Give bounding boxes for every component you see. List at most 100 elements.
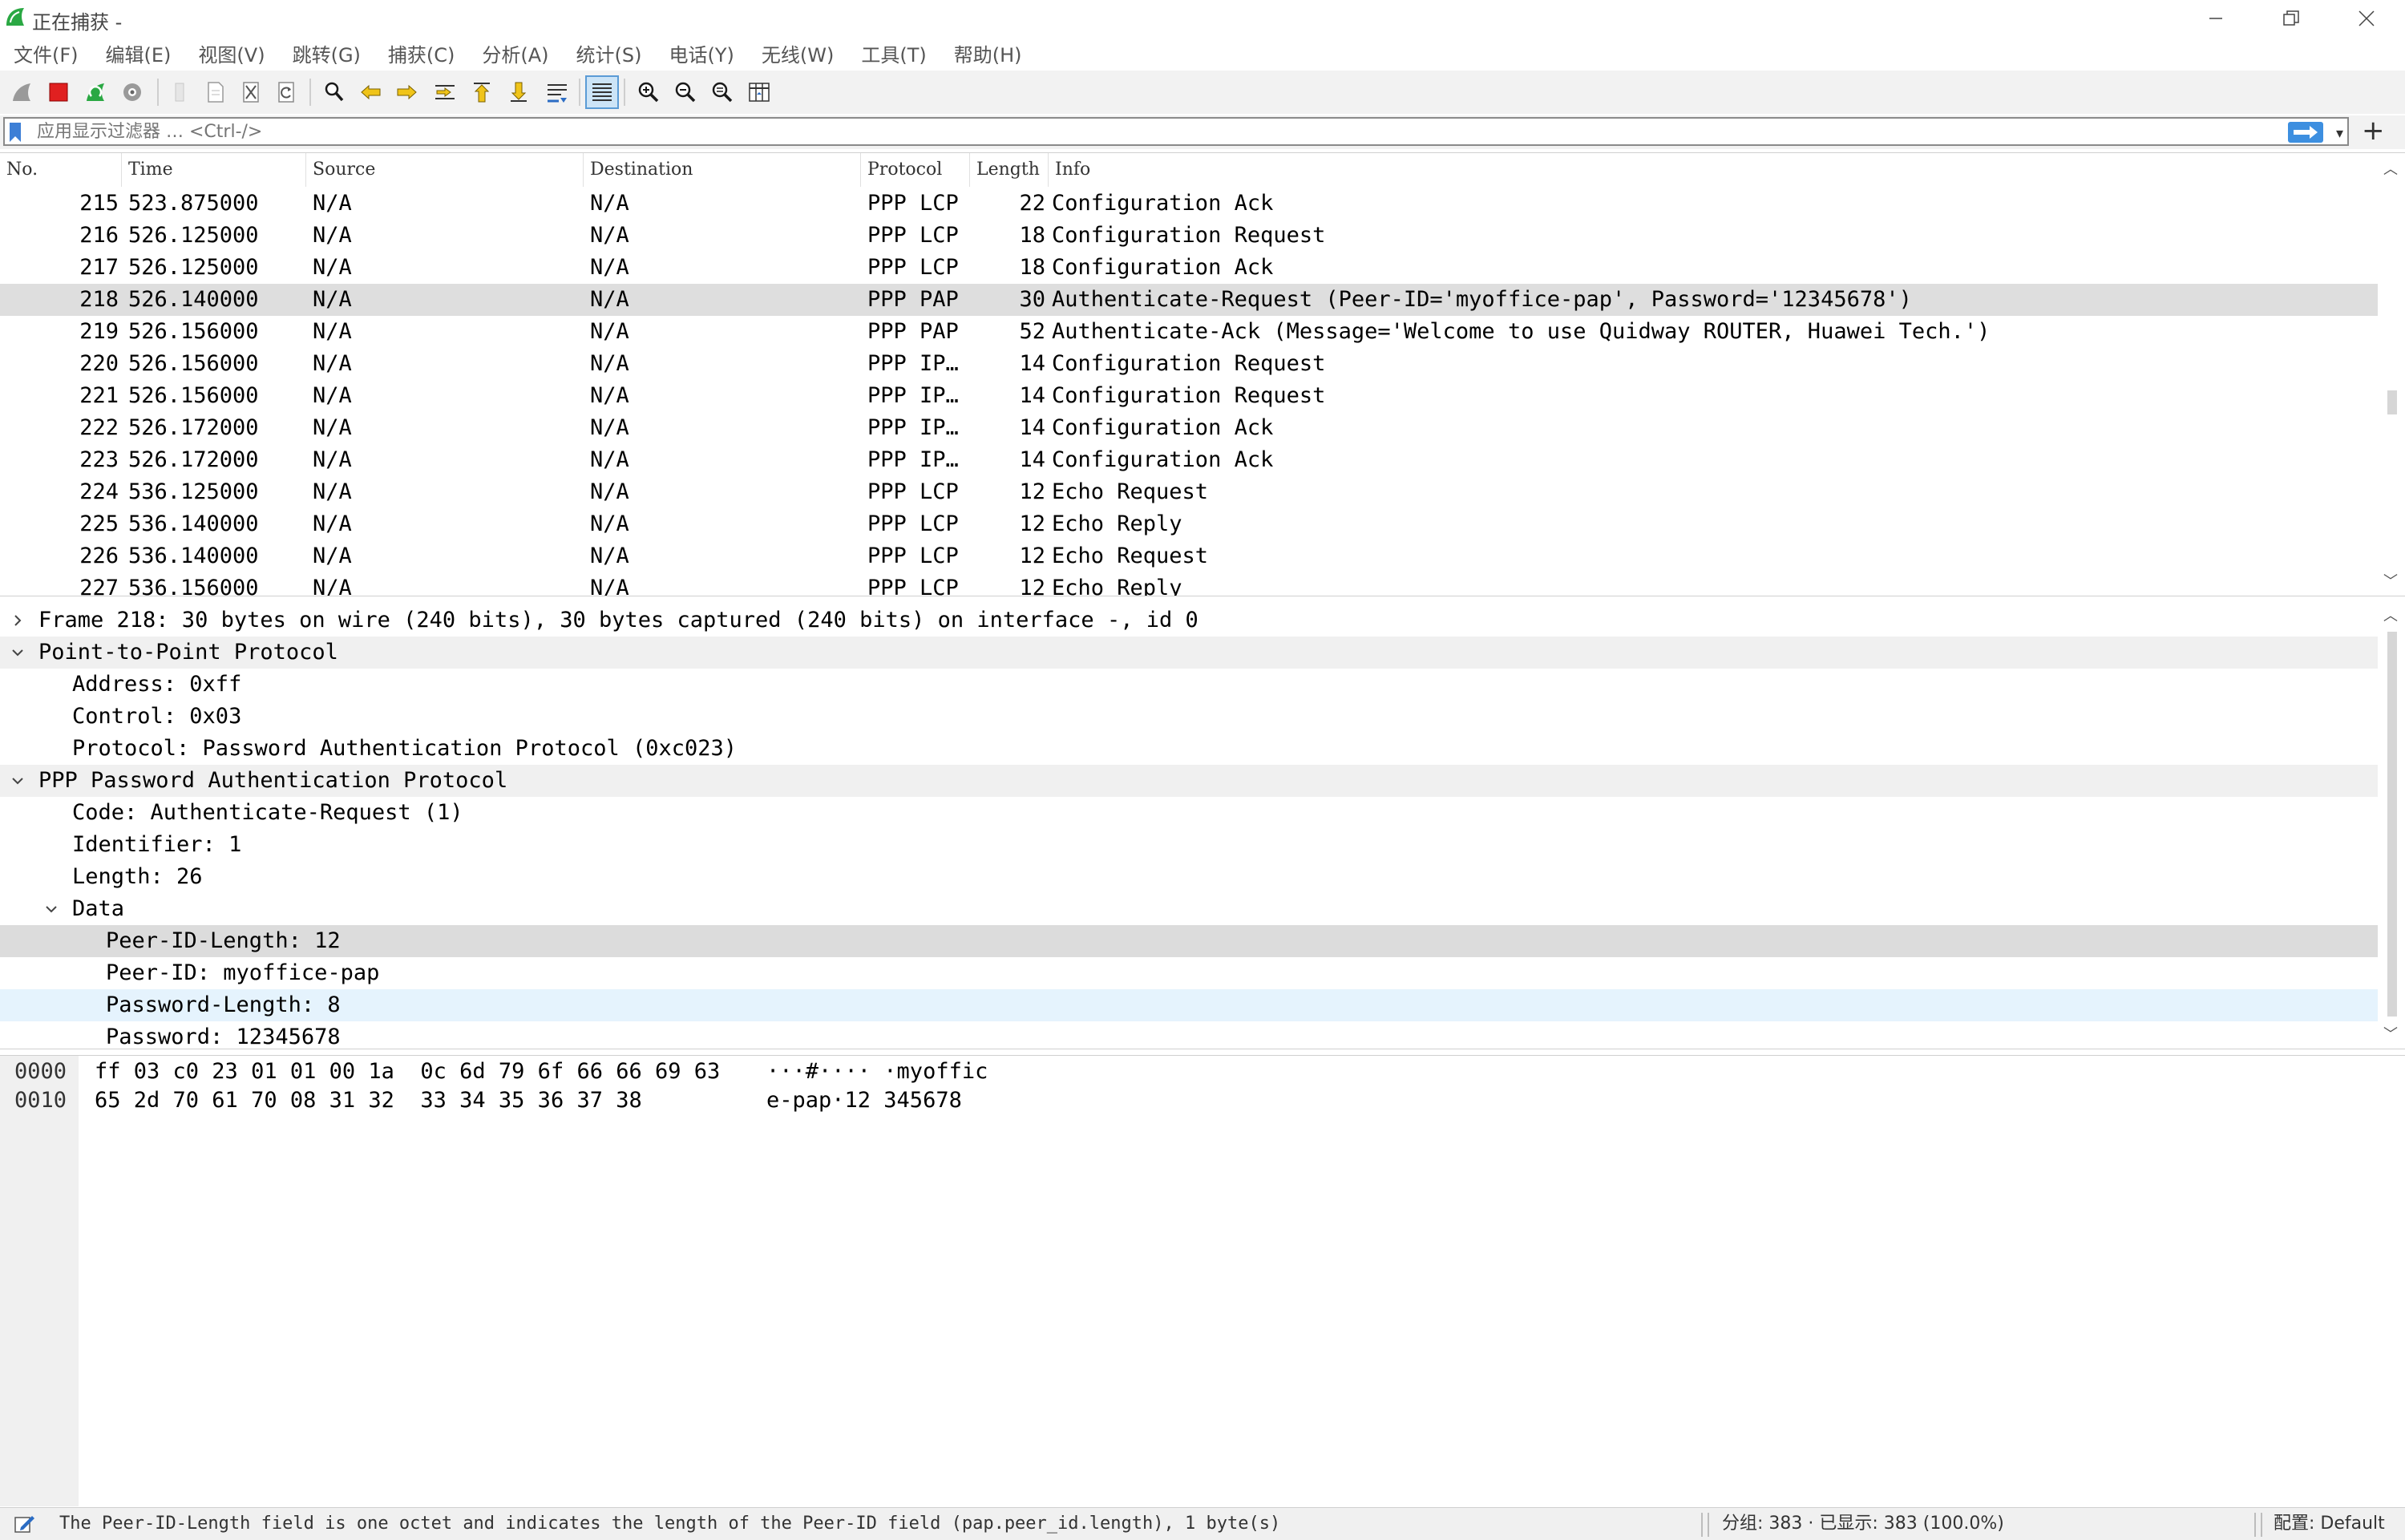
restart-capture-button[interactable] [79,75,112,109]
go-first-button[interactable] [465,75,499,109]
detail-tree-item[interactable]: Control: 0x03 [0,701,2378,733]
chevron-down-icon[interactable] [43,893,59,925]
menu-analyze[interactable]: 分析(A) [468,39,562,67]
packet-row[interactable]: 219 526.156000 N/A N/A PPP PAP 52 Authenticate… [0,316,2378,348]
open-file-button[interactable] [164,75,197,109]
scroll-thumb[interactable] [2387,390,2397,414]
add-filter-button[interactable]: + [2362,115,2385,146]
menu-telephony[interactable]: 电话(Y) [656,39,748,67]
zoom-normal-button[interactable] [705,75,739,109]
packet-row[interactable]: 221 526.156000 N/A N/A PPP IP… 14 Configuratio… [0,380,2378,412]
packet-row[interactable]: 217 526.125000 N/A N/A PPP LCP 18 Configuratio… [0,252,2378,284]
cell-source: N/A [313,479,352,504]
go-last-button[interactable] [502,75,536,109]
packet-row[interactable]: 216 526.125000 N/A N/A PPP LCP 18 Configuratio… [0,220,2378,252]
expert-info-icon[interactable] [13,1513,37,1535]
scroll-thumb[interactable] [2387,632,2397,1017]
bookmark-icon[interactable] [8,122,22,143]
column-header-source[interactable]: Source [306,153,584,187]
minimize-button[interactable] [2179,0,2253,37]
chevron-right-icon[interactable] [10,604,26,637]
colorize-button[interactable] [585,75,619,109]
menu-statistics[interactable]: 统计(S) [563,39,656,67]
zoom-in-button[interactable] [632,75,665,109]
restore-button[interactable] [2254,0,2328,37]
column-header-length[interactable]: Length [970,153,1049,187]
cell-length: 12 [1019,479,1045,504]
column-header-time[interactable]: Time [122,153,306,187]
packet-row[interactable]: 226 536.140000 N/A N/A PPP LCP 12 Echo Request [0,540,2378,572]
apply-filter-button[interactable] [2288,122,2323,143]
zoom-out-button[interactable] [669,75,702,109]
scroll-down-icon[interactable]: ﹀ [2383,1023,2398,1044]
go-to-packet-button[interactable] [428,75,462,109]
go-back-button[interactable] [354,75,388,109]
autoscroll-button[interactable] [540,75,574,109]
status-profile[interactable]: 配置: Default [2274,1508,2385,1540]
capture-options-button[interactable] [115,75,149,109]
chevron-down-icon[interactable] [10,765,26,797]
cell-length: 14 [1019,383,1045,408]
byte-ascii[interactable]: e-pap·12 345678 [766,1086,962,1115]
packet-row[interactable]: 225 536.140000 N/A N/A PPP LCP 12 Echo Reply [0,508,2378,540]
menu-edit[interactable]: 编辑(E) [92,39,185,67]
resize-columns-button[interactable] [742,75,776,109]
packet-row[interactable]: 218 526.140000 N/A N/A PPP PAP 30 Authenticate… [0,284,2378,316]
display-filter-input[interactable] [37,119,2266,144]
cell-no: 225 [79,511,119,536]
detail-tree-item[interactable]: Frame 218: 30 bytes on wire (240 bits), … [0,604,2378,637]
go-forward-button[interactable] [390,75,423,109]
scroll-up-icon[interactable]: ︿ [2383,158,2398,179]
detail-tree-item[interactable]: Peer-ID-Length: 12 [0,925,2378,957]
reload-file-button[interactable] [269,75,303,109]
packet-row[interactable]: 220 526.156000 N/A N/A PPP IP… 14 Configuratio… [0,348,2378,380]
chevron-down-icon[interactable]: ▾ [2336,125,2343,142]
menu-help[interactable]: 帮助(H) [940,39,1036,67]
find-packet-button[interactable] [317,75,351,109]
details-scrollbar[interactable]: ︿ ﹀ [2378,603,2405,1049]
byte-ascii[interactable]: ···#···· ·myoffic [766,1057,988,1086]
bytes-offset-gutter [0,1056,79,1506]
column-header-destination[interactable]: Destination [584,153,861,187]
chevron-down-icon[interactable] [10,637,26,669]
menu-view[interactable]: 视图(V) [184,39,278,67]
scroll-down-icon[interactable]: ﹀ [2383,570,2398,591]
packet-row[interactable]: 215 523.875000 N/A N/A PPP LCP 22 Configuratio… [0,188,2378,220]
detail-tree-item[interactable]: Protocol: Password Authentication Protoc… [0,733,2378,765]
detail-tree-item[interactable]: Password: 12345678 [0,1021,2378,1049]
cell-length: 14 [1019,447,1045,472]
packet-row[interactable]: 224 536.125000 N/A N/A PPP LCP 12 Echo Request [0,476,2378,508]
packet-row[interactable]: 227 536.156000 N/A N/A PPP LCP 12 Echo Reply [0,572,2378,596]
cell-protocol: PPP PAP [867,287,959,312]
stop-capture-button[interactable] [42,75,75,109]
packet-row[interactable]: 223 526.172000 N/A N/A PPP IP… 14 Configuratio… [0,444,2378,476]
cell-no: 219 [79,319,119,344]
menu-capture[interactable]: 捕获(C) [374,39,468,67]
detail-tree-item[interactable]: Data [0,893,2378,925]
menu-tools[interactable]: 工具(T) [847,39,940,67]
column-header-protocol[interactable]: Protocol [861,153,970,187]
byte-hex[interactable]: 65 2d 70 61 70 08 31 32 33 34 35 36 37 3… [95,1086,642,1115]
packet-row[interactable]: 222 526.172000 N/A N/A PPP IP… 14 Configuratio… [0,412,2378,444]
menu-go[interactable]: 跳转(G) [279,39,374,67]
column-header-info[interactable]: Info [1049,153,2378,187]
column-header-no[interactable]: No. [0,153,122,187]
packet-list-scrollbar[interactable]: ︿ ﹀ [2378,153,2405,596]
close-file-button[interactable] [234,75,268,109]
detail-tree-item[interactable]: Peer-ID: myoffice-pap [0,957,2378,989]
menu-wireless[interactable]: 无线(W) [748,39,847,67]
detail-tree-item[interactable]: Identifier: 1 [0,829,2378,861]
menu-file[interactable]: 文件(F) [0,39,92,67]
cell-destination: N/A [590,544,629,568]
detail-tree-item[interactable]: Point-to-Point Protocol [0,637,2378,669]
detail-tree-item[interactable]: Length: 26 [0,861,2378,893]
close-button[interactable] [2330,0,2403,37]
save-file-button[interactable] [199,75,232,109]
detail-tree-item[interactable]: Code: Authenticate-Request (1) [0,797,2378,829]
detail-tree-item[interactable]: PPP Password Authentication Protocol [0,765,2378,797]
byte-hex[interactable]: ff 03 c0 23 01 01 00 1a 0c 6d 79 6f 66 6… [95,1057,720,1086]
scroll-up-icon[interactable]: ︿ [2383,604,2398,625]
start-capture-button[interactable] [5,75,38,109]
detail-tree-item[interactable]: Password-Length: 8 [0,989,2378,1021]
detail-tree-item[interactable]: Address: 0xff [0,669,2378,701]
